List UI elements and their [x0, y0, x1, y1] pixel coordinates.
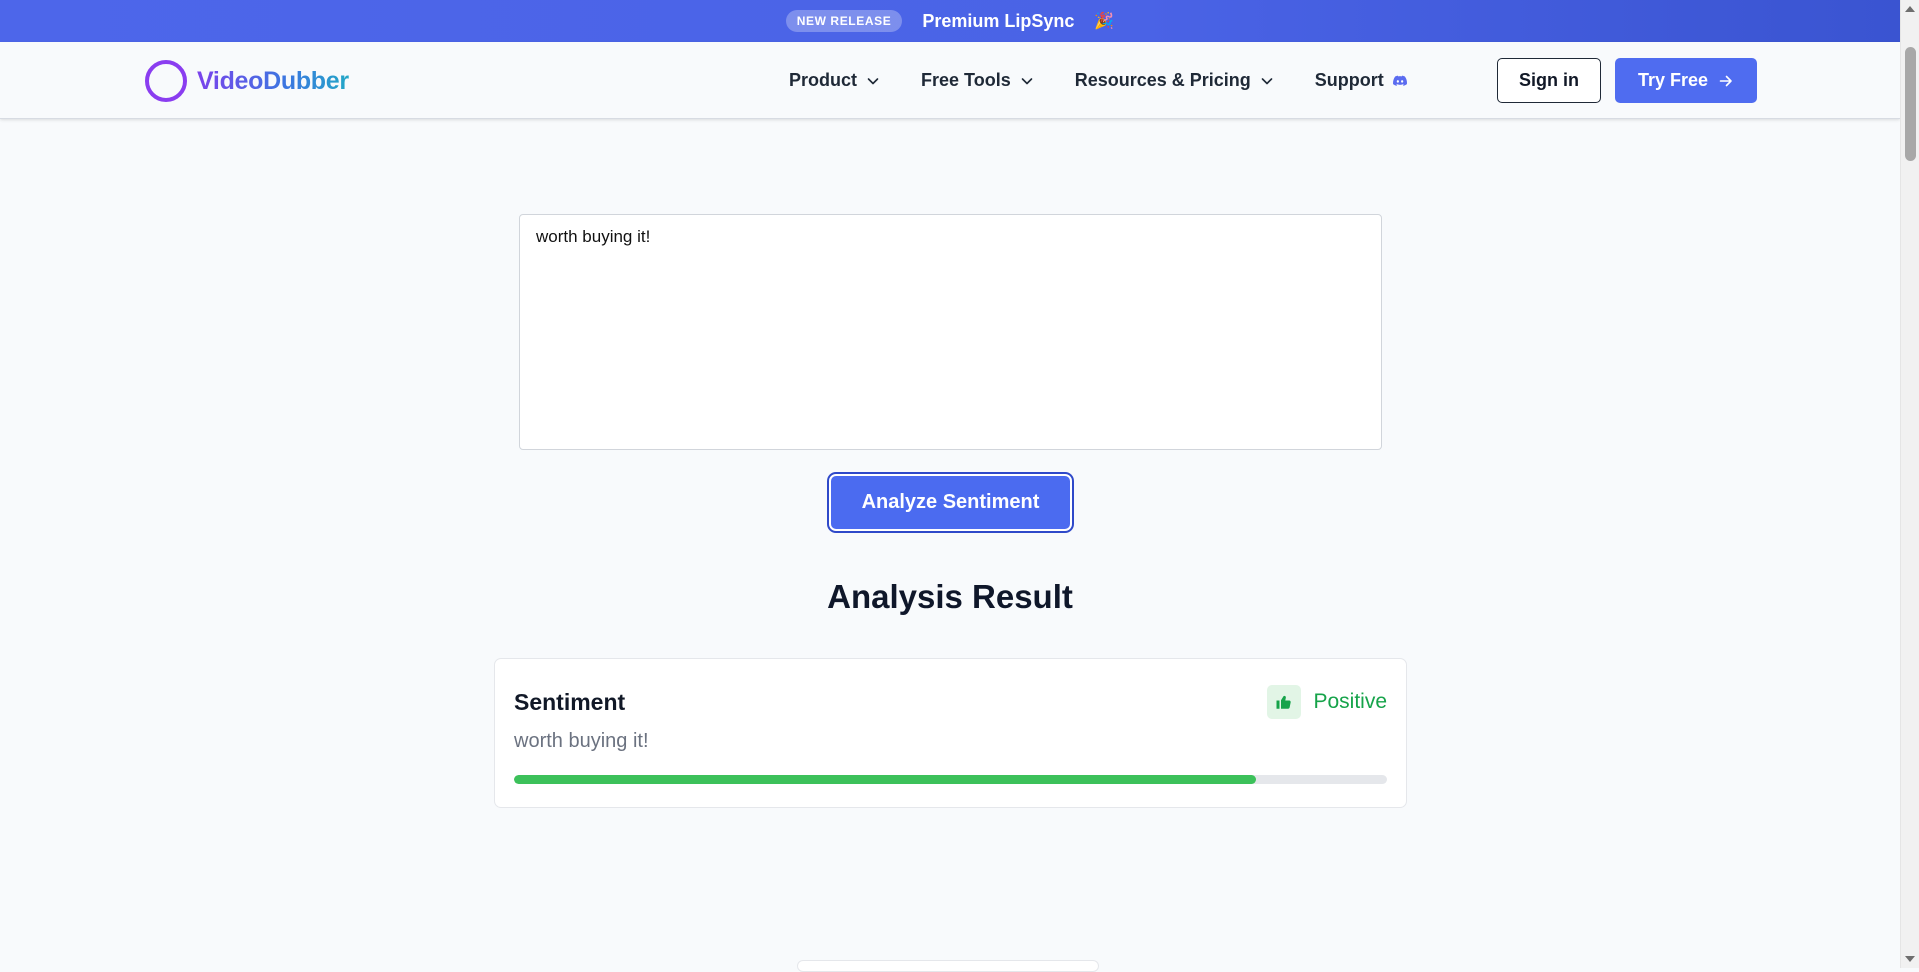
result-label: Sentiment — [514, 689, 626, 715]
chevron-down-icon — [1021, 77, 1033, 84]
result-text: worth buying it! — [514, 730, 649, 752]
discord-icon — [1392, 75, 1407, 86]
scroll-down-arrow-icon[interactable] — [1905, 956, 1915, 962]
arrow-right-icon — [1719, 75, 1732, 86]
result-heading: Analysis Result — [827, 578, 1073, 615]
sentiment-score-bar — [514, 775, 1387, 784]
nav-item-product[interactable]: Product — [789, 70, 881, 91]
brand-name: VideoDubber — [197, 66, 349, 95]
try-free-label: Try Free — [1637, 70, 1709, 90]
new-release-badge: NEW RELEASE — [785, 10, 903, 32]
sentiment-text-input[interactable] — [519, 214, 1382, 450]
nav-item-label: Resources & Pricing — [1074, 70, 1251, 90]
sentiment-score-fill — [514, 775, 1257, 784]
thumbs-up-icon — [1267, 685, 1302, 719]
nav-item-label: Support — [1314, 70, 1384, 90]
page-scrollbar[interactable] — [1900, 0, 1919, 968]
main-nav: Product Free Tools Resources & Pricing S… — [789, 42, 1436, 119]
nav-item-label: Product — [789, 70, 858, 90]
announcement-title[interactable]: Premium LipSync — [922, 11, 1074, 32]
announcement-bar[interactable]: NEW RELEASE Premium LipSync 🎉 — [0, 0, 1900, 42]
nav-item-resources-pricing[interactable]: Resources & Pricing — [1075, 70, 1275, 91]
brand-logo[interactable]: VideoDubber — [145, 60, 349, 102]
next-section-edge — [797, 960, 1099, 972]
scroll-up-arrow-icon[interactable] — [1905, 6, 1915, 12]
sign-in-button[interactable]: Sign in — [1497, 58, 1601, 103]
scroll-thumb[interactable] — [1905, 47, 1916, 161]
nav-item-label: Free Tools — [921, 70, 1011, 90]
result-card: Sentiment worth buying it! Positive — [494, 658, 1407, 808]
sentiment-value: Positive — [1313, 690, 1387, 713]
logo-ring-icon — [145, 60, 187, 102]
chevron-down-icon — [1261, 77, 1273, 84]
nav-item-free-tools[interactable]: Free Tools — [921, 70, 1035, 91]
sentiment-badge: Positive — [1267, 685, 1387, 719]
site-header: VideoDubber Product Free Tools Resources… — [0, 42, 1900, 119]
chevron-down-icon — [867, 77, 879, 84]
analyze-sentiment-button[interactable]: Analyze Sentiment — [829, 474, 1072, 531]
try-free-button[interactable]: Try Free — [1615, 58, 1757, 103]
nav-item-support[interactable]: Support — [1315, 70, 1408, 91]
party-popper-icon: 🎉 — [1094, 13, 1115, 30]
